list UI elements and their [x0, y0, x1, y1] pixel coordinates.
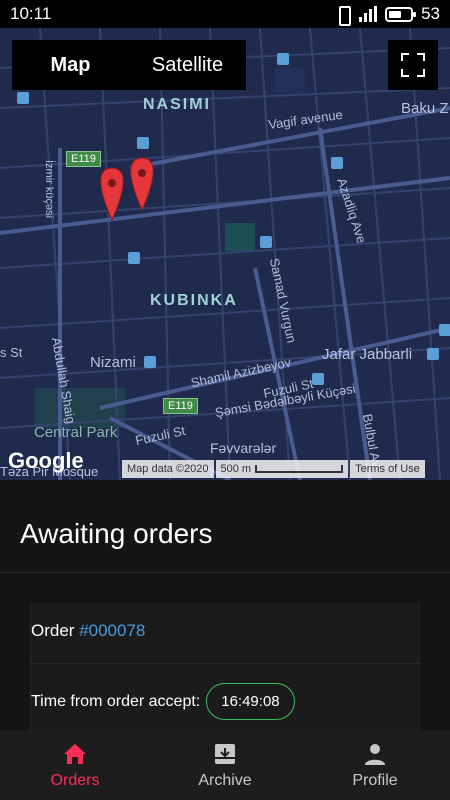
- map-label-nasimi: NASIMI: [143, 96, 211, 113]
- order-location-markers: [100, 157, 154, 222]
- map-type-satellite-button[interactable]: Satellite: [129, 54, 246, 77]
- bottom-navigation: Orders Archive Profile: [0, 730, 450, 800]
- map-type-map-button[interactable]: Map: [12, 54, 129, 77]
- time-label: Time from order accept:: [31, 692, 201, 710]
- terms-of-use-link[interactable]: Terms of Use: [350, 460, 425, 478]
- google-logo: Google: [8, 448, 84, 473]
- battery-level: 53: [421, 4, 440, 23]
- map-label-baku: Baku Z: [401, 100, 449, 117]
- map-attribution: Map data ©2020 500 m Terms of Use: [122, 460, 450, 478]
- map-label-central-park: Central Park: [34, 424, 118, 441]
- map-type-toggle: Map Satellite: [12, 40, 246, 90]
- nav-orders-label: Orders: [50, 772, 100, 789]
- fullscreen-button[interactable]: [388, 40, 438, 90]
- order-number-row: Order #000078: [31, 621, 145, 641]
- divider: [0, 572, 450, 573]
- order-label: Order: [31, 621, 80, 640]
- map-view[interactable]: NASIMI KUBINKA Nizami Jafar Jabbarli Cen…: [0, 28, 450, 480]
- archive-icon: [215, 744, 235, 764]
- road-badge-e119-south: E119: [163, 398, 198, 414]
- map-label-fevvareler: Fəvvarələr: [210, 440, 277, 456]
- person-icon: [365, 744, 385, 765]
- nav-profile-label: Profile: [352, 772, 398, 789]
- map-label-jafar-jabbarli: Jafar Jabbarli: [322, 346, 413, 363]
- map-label-izmir: İzmir küçəsi: [43, 159, 56, 219]
- nav-archive-label: Archive: [198, 772, 252, 789]
- signal-icon: [359, 6, 378, 22]
- map-label-st-left: s St: [0, 345, 23, 360]
- map-label-kubinka: KUBINKA: [150, 292, 238, 309]
- map-scale: 500 m: [215, 460, 349, 478]
- status-bar: 10:11 53: [0, 0, 450, 28]
- timer-badge: 16:49:08: [206, 683, 295, 720]
- home-icon: [64, 744, 86, 764]
- fullscreen-icon: [401, 53, 425, 77]
- nav-profile[interactable]: Profile: [300, 730, 450, 800]
- card-divider: [31, 663, 421, 664]
- order-card[interactable]: Order #000078 Time from order accept: 16…: [30, 603, 421, 730]
- page-title: Awaiting orders: [20, 518, 213, 549]
- road-badge-e119-north: E119: [66, 151, 101, 167]
- orders-panel: Awaiting orders Order #000078 Time from …: [0, 480, 450, 730]
- map-data-credit: Map data ©2020: [122, 460, 214, 478]
- status-icons: 53: [335, 4, 440, 26]
- battery-icon: [385, 6, 417, 22]
- nav-archive[interactable]: Archive: [150, 730, 300, 800]
- vibrate-icon: [335, 5, 352, 26]
- order-timer-row: Time from order accept: 16:49:08: [31, 683, 295, 720]
- status-time: 10:11: [10, 4, 52, 23]
- order-number[interactable]: #000078: [79, 621, 145, 640]
- map-label-nizami: Nizami: [90, 354, 136, 371]
- nav-orders[interactable]: Orders: [0, 730, 150, 800]
